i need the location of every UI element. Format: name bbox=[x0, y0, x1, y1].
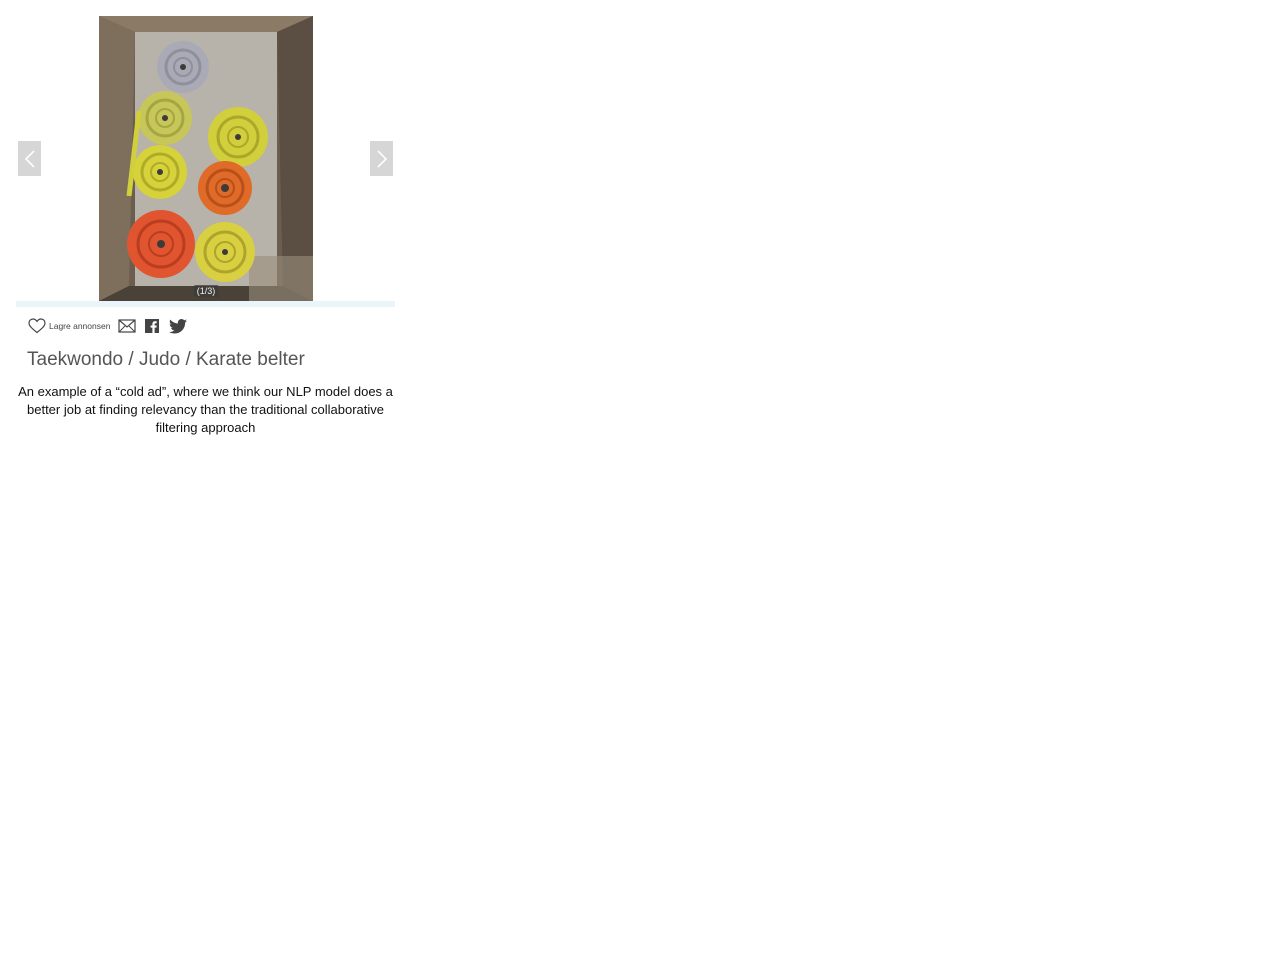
image-gallery: (1/3) bbox=[16, 16, 395, 301]
email-share-button[interactable] bbox=[118, 319, 137, 333]
belt-roll-yellow-bottom bbox=[195, 222, 255, 282]
save-ad-button[interactable]: Lagre annonsen bbox=[28, 318, 110, 334]
save-ad-label: Lagre annonsen bbox=[49, 321, 111, 331]
previous-image-button[interactable] bbox=[18, 141, 41, 176]
ad-actions-bar: Lagre annonsen bbox=[16, 315, 395, 337]
chevron-left-icon bbox=[24, 149, 35, 168]
facebook-share-button[interactable] bbox=[145, 319, 160, 333]
twitter-share-button[interactable] bbox=[169, 318, 188, 334]
chevron-right-icon bbox=[376, 149, 387, 168]
belt-roll-yellow-right bbox=[208, 107, 268, 167]
ad-photo[interactable]: (1/3) bbox=[99, 16, 313, 301]
ad-card: (1/3) Lagre annonsen Taekwondo / Judo / … bbox=[16, 16, 395, 437]
ad-title: Taekwondo / Judo / Karate belter bbox=[27, 349, 305, 370]
heart-icon bbox=[28, 318, 46, 334]
belt-roll-red bbox=[127, 210, 195, 278]
belt-roll-pale-yellow bbox=[138, 91, 192, 145]
belts-in-box-image bbox=[99, 16, 313, 301]
gallery-divider bbox=[16, 301, 395, 307]
belt-roll-grey bbox=[157, 41, 209, 93]
twitter-icon bbox=[169, 318, 188, 334]
belt-roll-yellow-left bbox=[133, 145, 187, 199]
image-counter: (1/3) bbox=[193, 285, 219, 297]
next-image-button[interactable] bbox=[370, 141, 393, 176]
envelope-icon bbox=[118, 319, 137, 333]
facebook-icon bbox=[145, 319, 160, 333]
belt-roll-orange bbox=[198, 161, 252, 215]
figure-caption: An example of a “cold ad”, where we thin… bbox=[18, 384, 393, 435]
